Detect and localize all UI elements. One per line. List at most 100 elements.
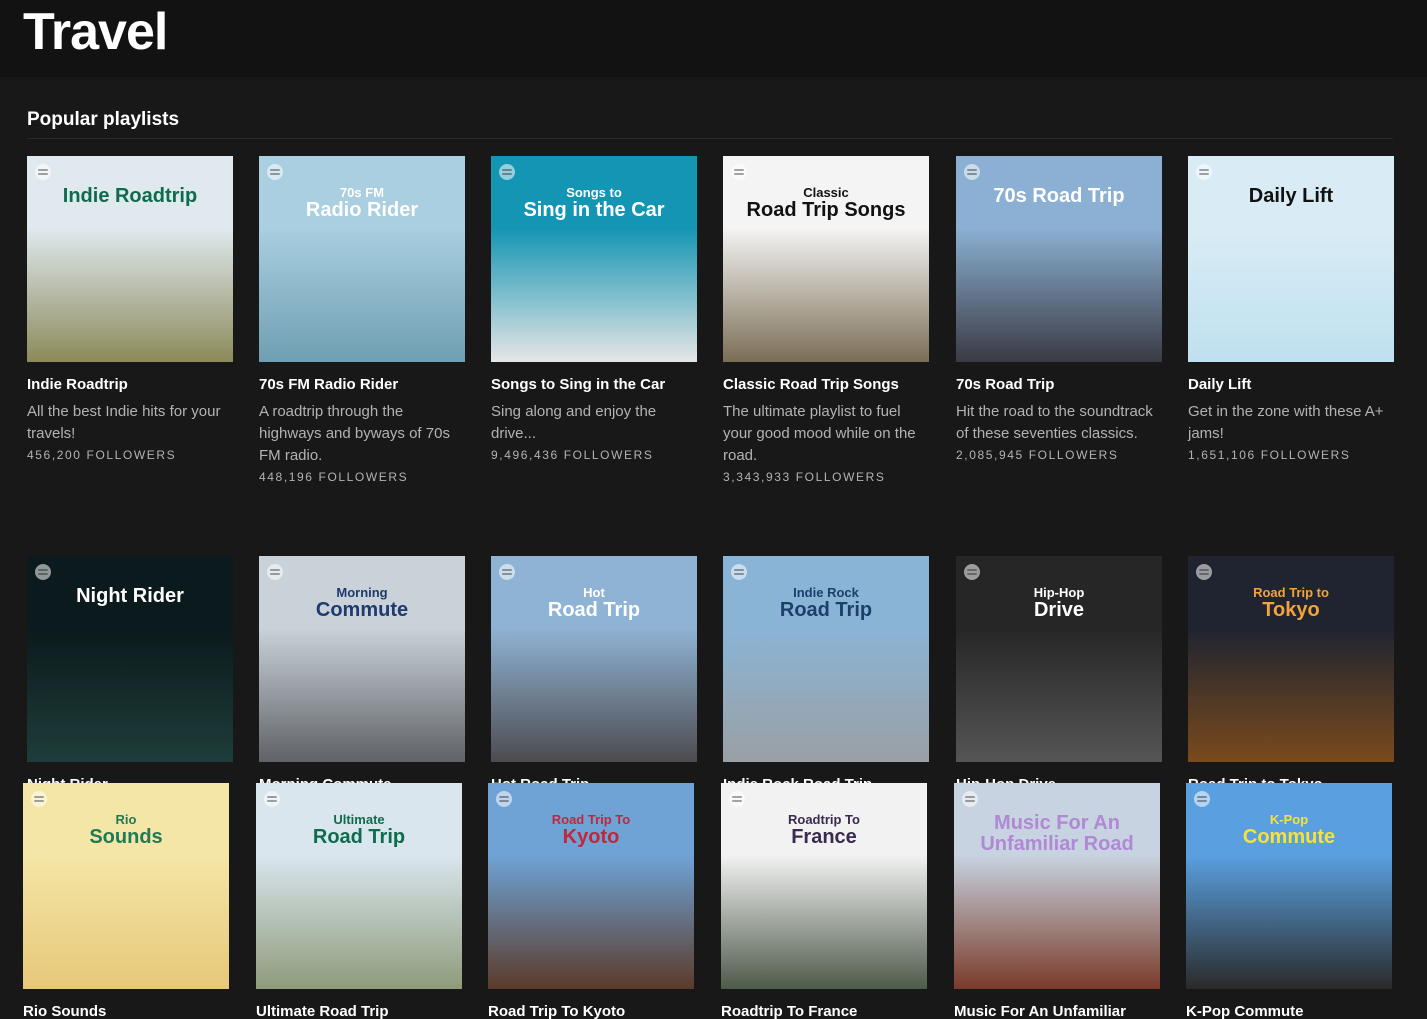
playlist-cover[interactable]: Indie Rock Road Trip — [723, 556, 929, 762]
playlist-cover[interactable]: Classic Road Trip Songs — [723, 156, 929, 362]
playlist-card[interactable]: Daily Lift Daily Lift Get in the zone with… — [1188, 156, 1394, 462]
playlist-title[interactable]: Rio Sounds — [23, 1003, 229, 1019]
playlist-card[interactable]: Indie Roadtrip Indie Roadtrip All the best… — [27, 156, 233, 462]
playlist-description: All the best Indie hits for your travels… — [27, 403, 221, 442]
spotify-logo-icon — [499, 164, 515, 180]
playlist-card[interactable]: Songs to Sing in the Car Songs to Sing in … — [491, 156, 697, 462]
playlist-title[interactable]: K-Pop Commute — [1186, 1003, 1392, 1019]
spotify-logo-icon — [729, 791, 745, 807]
playlist-title[interactable]: Songs to Sing in the Car — [491, 376, 697, 393]
playlist-description: Sing along and enjoy the drive... — [491, 403, 657, 442]
cover-title: 70s FM Radio Rider — [259, 186, 465, 221]
playlist-cover[interactable]: Road Trip to Tokyo — [1188, 556, 1394, 762]
spotify-logo-icon — [962, 791, 978, 807]
playlist-cover[interactable]: Road Trip To Kyoto — [488, 783, 694, 989]
cover-main-text: Drive — [1033, 598, 1085, 621]
page-header: Travel — [0, 0, 1427, 77]
cover-kicker: K-Pop — [1269, 812, 1309, 827]
cover-main-text: Commute — [315, 598, 409, 621]
spotify-logo-icon — [267, 564, 283, 580]
cover-title: Indie Roadtrip — [27, 186, 233, 207]
spotify-logo-icon — [964, 164, 980, 180]
playlist-title[interactable]: Road Trip To Kyoto — [488, 1003, 694, 1019]
playlist-followers: 9,496,436 FOLLOWERS — [491, 448, 654, 462]
cover-kicker: Ultimate — [333, 812, 385, 827]
playlist-card[interactable]: Indie RockRoad TripIndie Rock Road Trip — [723, 556, 929, 793]
playlist-card[interactable]: Classic Road Trip Songs Classic Road Trip … — [723, 156, 929, 484]
cover-kicker: 70s FM — [339, 185, 385, 200]
cover-kicker: Rio — [115, 812, 137, 827]
cover-title: Ultimate Road Trip — [256, 813, 462, 848]
playlist-followers: 1,651,106 FOLLOWERS — [1188, 448, 1351, 462]
spotify-logo-icon — [1196, 164, 1212, 180]
cover-title: Morning Commute — [259, 586, 465, 621]
playlist-title[interactable]: Indie Roadtrip — [27, 376, 233, 393]
page-title: Travel — [23, 3, 168, 61]
playlist-card[interactable]: HotRoad TripHot Road Trip — [491, 556, 697, 793]
cover-kicker: Indie Rock — [793, 585, 859, 600]
playlist-card[interactable]: MorningCommuteMorning Commute — [259, 556, 465, 793]
cover-title: Classic Road Trip Songs — [723, 186, 929, 221]
playlist-card[interactable]: Ultimate Road Trip Ultimate Road Trip — [256, 783, 462, 1019]
playlist-cover[interactable]: Daily Lift — [1188, 156, 1394, 362]
cover-main-text: Night Rider — [76, 585, 184, 607]
spotify-logo-icon — [1196, 564, 1212, 580]
cover-title: Hot Road Trip — [491, 586, 697, 621]
playlist-cover[interactable]: K-Pop Commute — [1186, 783, 1392, 989]
section-divider — [27, 138, 1393, 139]
cover-main-text: Radio Rider — [305, 198, 419, 221]
playlist-followers: 3,343,933 FOLLOWERS — [723, 470, 886, 484]
cover-kicker: Road Trip To — [551, 812, 631, 827]
cover-kicker: Road Trip to — [1253, 585, 1329, 600]
playlist-description: Get in the zone with these A+ jams! — [1188, 403, 1384, 442]
cover-main-text: Daily Lift — [1248, 185, 1334, 207]
playlist-cover[interactable]: Songs to Sing in the Car — [491, 156, 697, 362]
playlist-cover[interactable]: Morning Commute — [259, 556, 465, 762]
playlist-cover[interactable]: Roadtrip To France — [721, 783, 927, 989]
playlist-cover[interactable]: Night Rider — [27, 556, 233, 762]
playlist-card[interactable]: Road Trip To Kyoto Road Trip To Kyoto — [488, 783, 694, 1019]
playlist-cover[interactable]: Music For An Unfamiliar Road — [954, 783, 1160, 989]
playlist-title[interactable]: Roadtrip To France — [721, 1003, 927, 1019]
cover-title: Hip-Hop Drive — [956, 586, 1162, 621]
playlist-card[interactable]: Night RiderNight Rider — [27, 556, 233, 793]
playlist-card[interactable]: K-Pop Commute K-Pop Commute — [1186, 783, 1392, 1019]
playlist-title[interactable]: 70s Road Trip — [956, 376, 1162, 393]
playlist-cover[interactable]: 70s Road Trip — [956, 156, 1162, 362]
playlist-card[interactable]: Hip-HopDriveHip-Hop Drive — [956, 556, 1162, 793]
playlist-title[interactable]: Classic Road Trip Songs — [723, 376, 929, 393]
playlist-card[interactable]: 70s FM Radio Rider 70s FM Radio Rider A roa… — [259, 156, 465, 484]
playlist-cover[interactable]: Ultimate Road Trip — [256, 783, 462, 989]
spotify-logo-icon — [35, 164, 51, 180]
spotify-logo-icon — [499, 564, 515, 580]
playlist-title[interactable]: Music For An Unfamiliar — [954, 1003, 1160, 1019]
cover-title: Songs to Sing in the Car — [491, 186, 697, 221]
playlist-card[interactable]: Roadtrip To France Roadtrip To France — [721, 783, 927, 1019]
section-title: Popular playlists — [27, 109, 180, 130]
cover-main-text: Indie Roadtrip — [62, 185, 198, 207]
spotify-logo-icon — [264, 791, 280, 807]
playlist-card[interactable]: Rio Sounds Rio Sounds — [23, 783, 229, 1019]
playlist-followers: 2,085,945 FOLLOWERS — [956, 448, 1119, 462]
playlist-cover[interactable]: 70s FM Radio Rider — [259, 156, 465, 362]
spotify-logo-icon — [267, 164, 283, 180]
cover-title: Rio Sounds — [23, 813, 229, 848]
cover-title: Night Rider — [27, 586, 233, 607]
playlist-title[interactable]: Daily Lift — [1188, 376, 1394, 393]
cover-title: Road Trip to Tokyo — [1188, 586, 1394, 621]
playlist-card[interactable]: Road Trip toTokyoRoad Trip to Tokyo — [1188, 556, 1394, 793]
spotify-logo-icon — [496, 791, 512, 807]
cover-main-text: Road Trip Songs — [746, 198, 906, 221]
playlist-card[interactable]: 70s Road Trip 70s Road Trip Hit the road t… — [956, 156, 1162, 462]
cover-main-text: France — [791, 825, 857, 848]
playlist-title[interactable]: Ultimate Road Trip — [256, 1003, 462, 1019]
playlist-cover[interactable]: Hot Road Trip — [491, 556, 697, 762]
spotify-logo-icon — [1194, 791, 1210, 807]
playlist-followers: 456,200 FOLLOWERS — [27, 448, 177, 462]
playlist-title[interactable]: 70s FM Radio Rider — [259, 376, 465, 393]
playlist-cover[interactable]: Indie Roadtrip — [27, 156, 233, 362]
playlist-cover[interactable]: Rio Sounds — [23, 783, 229, 989]
playlist-card[interactable]: Music For An Unfamiliar Road Music For An… — [954, 783, 1160, 1019]
playlist-cover[interactable]: Hip-Hop Drive — [956, 556, 1162, 762]
spotify-logo-icon — [731, 564, 747, 580]
